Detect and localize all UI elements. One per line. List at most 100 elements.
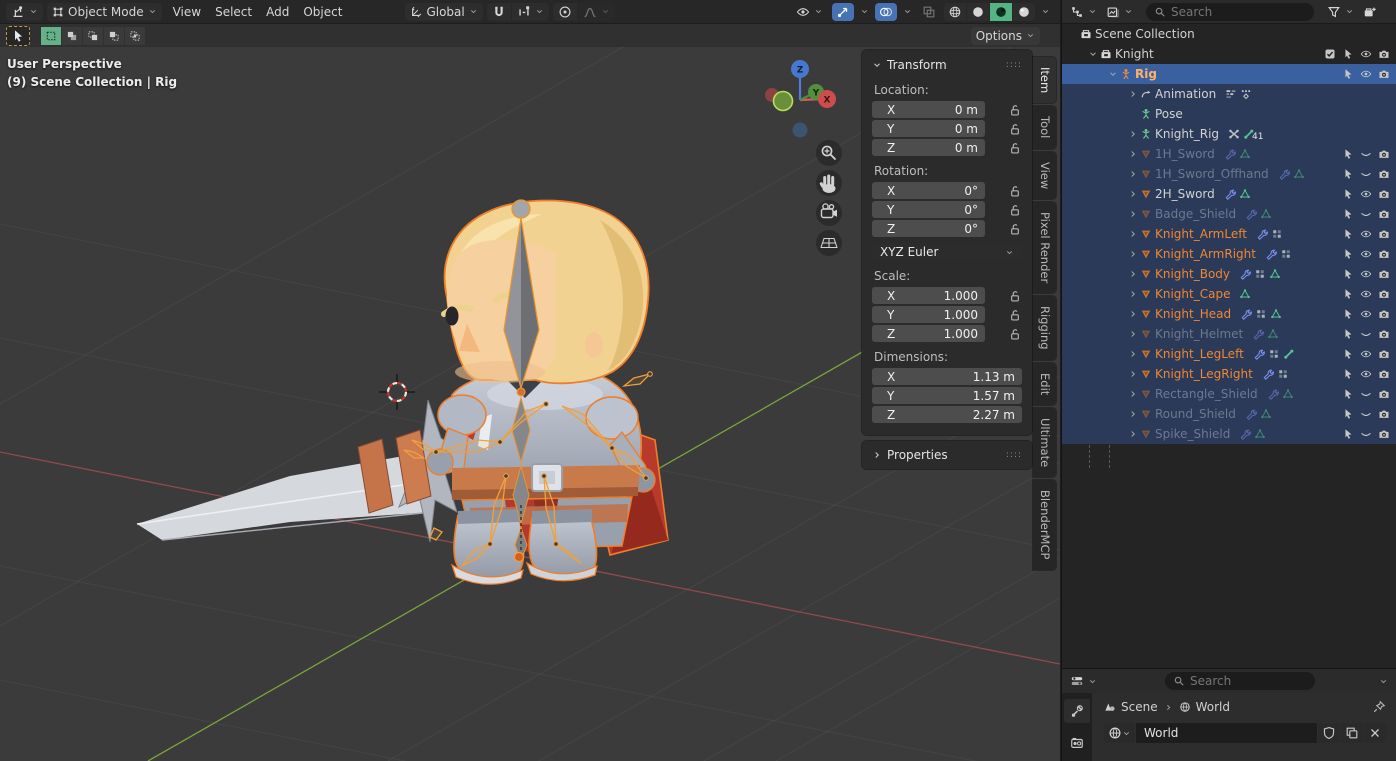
overlays-dropdown[interactable] (901, 3, 914, 21)
expand-arrow[interactable] (1126, 129, 1140, 139)
field-scale-z[interactable]: Z1.000 (872, 325, 985, 342)
outliner-display-mode-button[interactable] (1104, 3, 1135, 21)
field-location-z[interactable]: Z0 m (872, 139, 985, 156)
toggle-eye-closed[interactable] (1360, 328, 1372, 340)
properties-editor-type-button[interactable] (1068, 672, 1099, 690)
mode-selector[interactable]: Object Mode (47, 3, 162, 21)
toggle-eye-closed[interactable] (1360, 428, 1372, 440)
outliner-search[interactable] (1146, 3, 1314, 21)
options-button[interactable]: Options (971, 27, 1040, 45)
pan-button[interactable] (816, 170, 842, 196)
field-scale-y[interactable]: Y1.000 (872, 306, 985, 323)
world-browse-button[interactable] (1104, 723, 1135, 743)
outliner-row-rectangle_shield[interactable]: Rectangle_Shield (1062, 384, 1396, 404)
expand-arrow[interactable] (1126, 289, 1140, 299)
proportional-edit-button[interactable] (553, 3, 577, 21)
expand-arrow[interactable] (1126, 249, 1140, 259)
shading-rendered[interactable] (1013, 3, 1035, 21)
shading-dropdown[interactable] (1039, 3, 1052, 21)
tab-edit[interactable]: Edit (1033, 363, 1056, 405)
toggle-camera[interactable] (1378, 208, 1390, 220)
outliner-row-badge_shield[interactable]: Badge_Shield (1062, 204, 1396, 224)
outliner-filter-button[interactable] (1325, 3, 1356, 21)
toggle-camera[interactable] (1378, 48, 1390, 60)
expand-arrow[interactable] (1126, 209, 1140, 219)
rotation-mode-dropdown[interactable]: XYZ Euler (872, 243, 1022, 261)
toggle-camera[interactable] (1378, 288, 1390, 300)
breadcrumb-item-scene[interactable]: Scene (1104, 700, 1158, 714)
toggle-camera[interactable] (1378, 308, 1390, 320)
outliner-row-spike_shield[interactable]: Spike_Shield (1062, 424, 1396, 444)
world-name-field[interactable]: World (1136, 723, 1317, 743)
snap-magnet-icon[interactable] (487, 3, 511, 21)
expand-arrow[interactable] (1126, 309, 1140, 319)
breadcrumb-item-world[interactable]: World (1179, 700, 1230, 714)
toggle-pointer[interactable] (1342, 248, 1354, 260)
properties-subpanel-header[interactable]: Properties :::: (872, 445, 1022, 465)
outliner-row-knight_head[interactable]: Knight_Head (1062, 304, 1396, 324)
outliner-row-knight_armright[interactable]: Knight_ArmRight (1062, 244, 1396, 264)
lock-icon[interactable] (1008, 289, 1022, 303)
properties-search[interactable] (1165, 672, 1315, 690)
expand-arrow[interactable] (1126, 189, 1140, 199)
toggle-pointer[interactable] (1342, 68, 1354, 80)
outliner-row-knight_helmet[interactable]: Knight_Helmet (1062, 324, 1396, 344)
viewport-canvas[interactable]: Y X Z (0, 47, 1060, 761)
lock-icon[interactable] (1008, 184, 1022, 198)
tab-ultimate[interactable]: Ultimate (1033, 408, 1056, 477)
toggle-pointer[interactable] (1342, 188, 1354, 200)
expand-arrow[interactable] (1126, 89, 1140, 99)
outliner-row-knight_legright[interactable]: Knight_LegRight (1062, 364, 1396, 384)
transform-orientation[interactable]: Global (405, 3, 482, 21)
lock-icon[interactable] (1008, 203, 1022, 217)
shading-solid[interactable] (967, 3, 989, 21)
toggle-eye[interactable] (1360, 68, 1372, 80)
expand-arrow[interactable] (1126, 169, 1140, 179)
camera-view-button[interactable] (816, 200, 842, 226)
expand-arrow[interactable] (1086, 49, 1100, 59)
show-overlays-button[interactable] (875, 3, 897, 21)
lock-icon[interactable] (1008, 308, 1022, 322)
expand-arrow[interactable] (1126, 229, 1140, 239)
field-scale-x[interactable]: X1.000 (872, 287, 985, 304)
toggle-pointer[interactable] (1342, 428, 1354, 440)
xray-toggle[interactable] (918, 3, 940, 21)
zoom-button[interactable] (816, 140, 842, 166)
fake-user-shield-button[interactable] (1318, 723, 1340, 743)
expand-arrow[interactable] (1106, 69, 1120, 79)
tab-blendermcp[interactable]: BlenderMCP (1033, 480, 1056, 569)
toggle-pointer[interactable] (1342, 148, 1354, 160)
toggle-camera[interactable] (1378, 148, 1390, 160)
toggle-pointer[interactable] (1342, 168, 1354, 180)
menu-object[interactable]: Object (296, 3, 349, 21)
lock-icon[interactable] (1008, 141, 1022, 155)
select-mode-set[interactable] (41, 27, 61, 45)
shading-material-preview[interactable] (990, 3, 1012, 21)
outliner-row-1h_sword_offhand[interactable]: 1H_Sword_Offhand (1062, 164, 1396, 184)
object-visibility-button[interactable] (791, 3, 828, 21)
toggle-pointer[interactable] (1342, 208, 1354, 220)
expand-arrow[interactable] (1126, 349, 1140, 359)
panel-grip[interactable]: :::: (1006, 450, 1022, 460)
toggle-eye[interactable] (1360, 368, 1372, 380)
outliner-row-knight_body[interactable]: Knight_Body (1062, 264, 1396, 284)
show-gizmo-button[interactable] (832, 3, 854, 21)
select-mode-subtract[interactable] (83, 27, 103, 45)
toggle-eye-closed[interactable] (1360, 148, 1372, 160)
outliner-search-input[interactable] (1171, 5, 1306, 19)
tab-render-properties[interactable] (1064, 731, 1090, 755)
outliner-row-1h_sword[interactable]: 1H_Sword (1062, 144, 1396, 164)
tab-view[interactable]: View (1033, 152, 1056, 199)
expand-arrow[interactable] (1126, 369, 1140, 379)
toggle-camera[interactable] (1378, 268, 1390, 280)
snap-target-button[interactable] (512, 3, 549, 21)
field-location-y[interactable]: Y0 m (872, 120, 985, 137)
menu-select[interactable]: Select (208, 3, 259, 21)
pin-icon-button[interactable] (1372, 700, 1386, 714)
outliner-row-animation[interactable]: Animation (1062, 84, 1396, 104)
expand-arrow[interactable] (1126, 269, 1140, 279)
toggle-pointer[interactable] (1342, 348, 1354, 360)
outliner-row-round_shield[interactable]: Round_Shield (1062, 404, 1396, 424)
toggle-eye[interactable] (1360, 348, 1372, 360)
select-mode-extend[interactable] (62, 27, 82, 45)
